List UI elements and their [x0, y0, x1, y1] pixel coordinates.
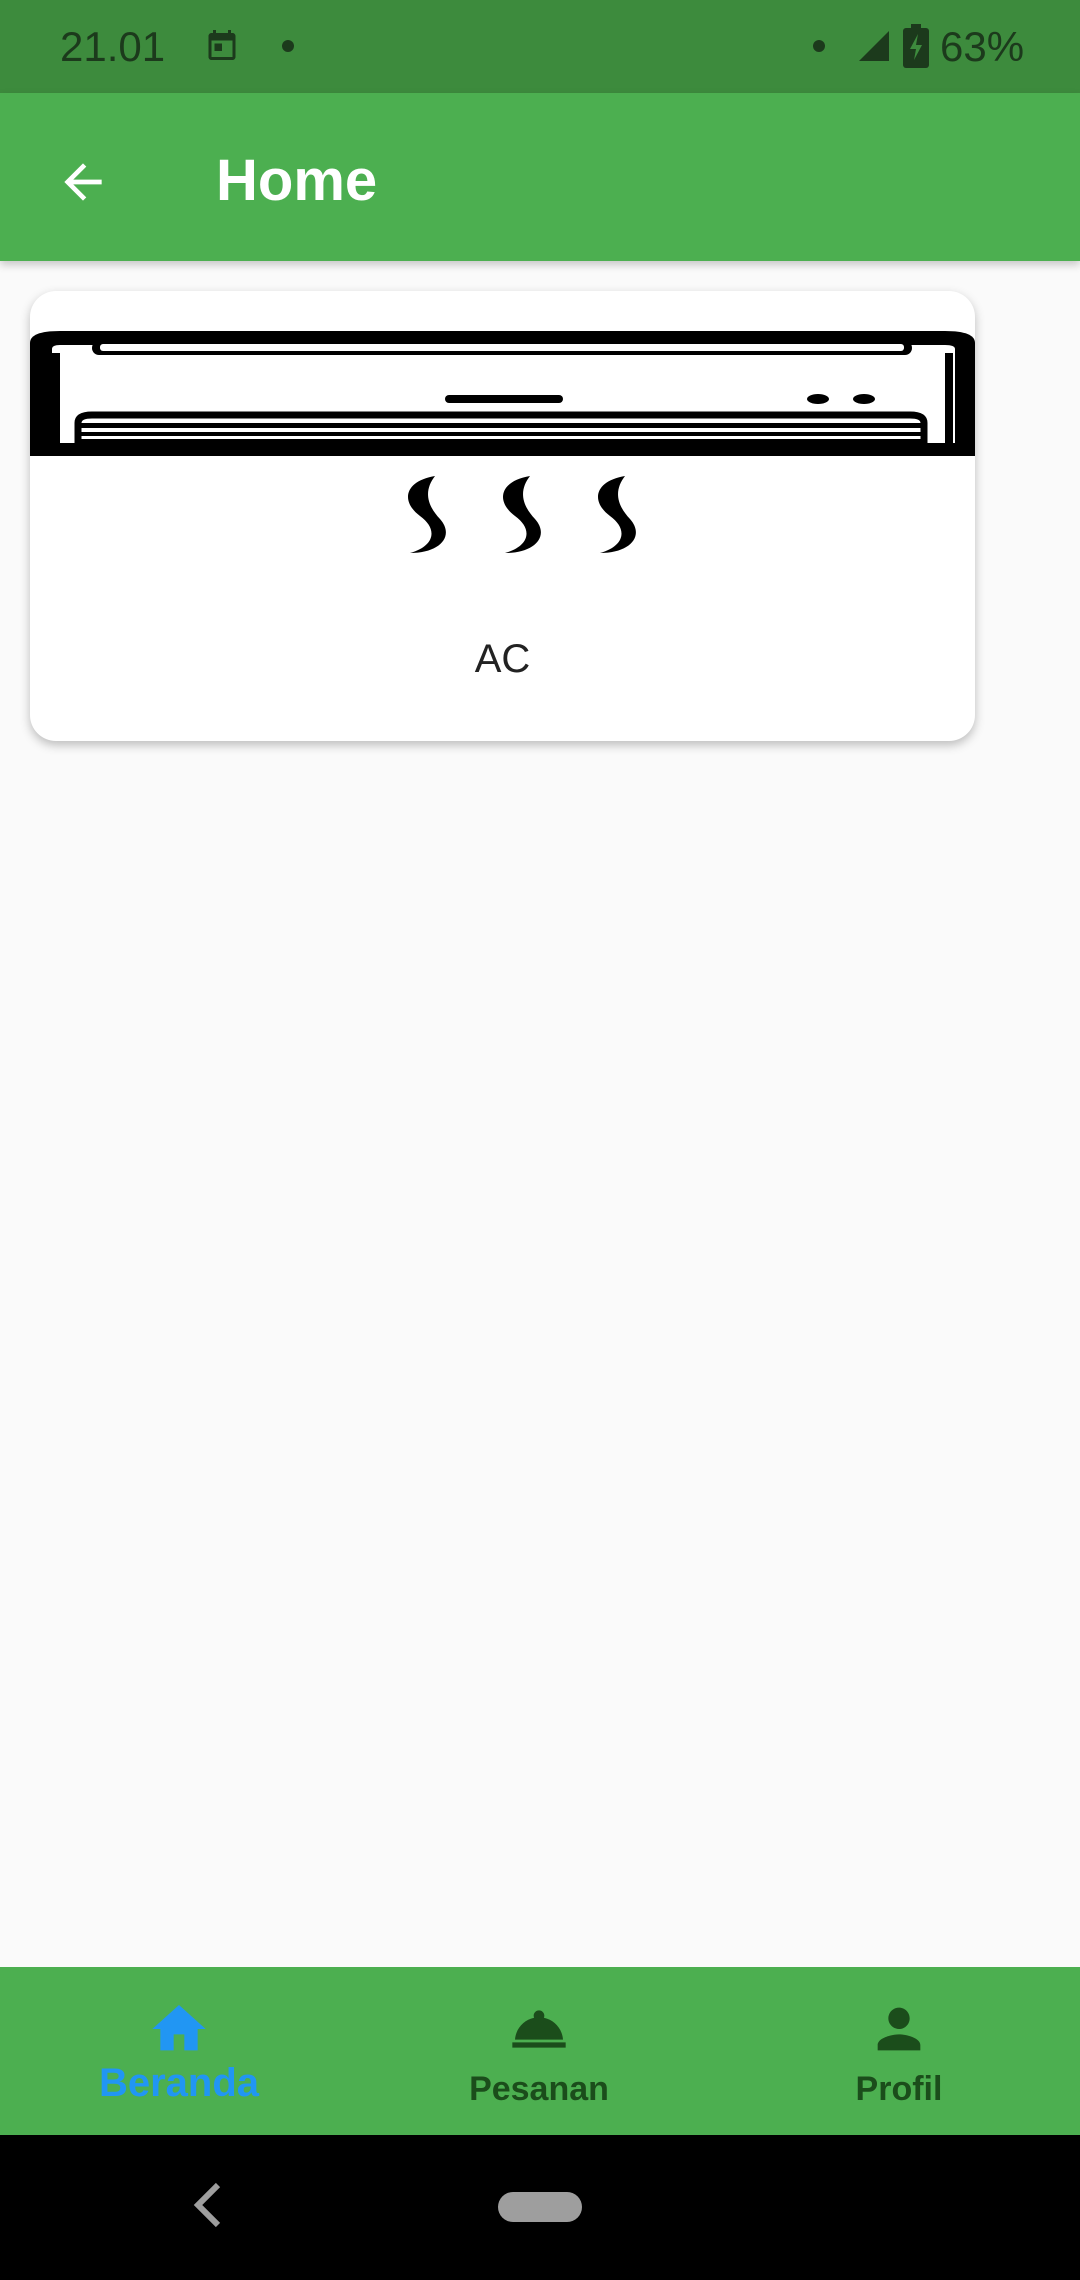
- nav-label: Profil: [855, 2070, 943, 2108]
- back-button[interactable]: [40, 139, 126, 225]
- calendar-icon: [208, 30, 236, 60]
- home-icon: [152, 2005, 206, 2051]
- notification-dot-icon: [282, 40, 294, 52]
- nav-label: Pesanan: [469, 2070, 609, 2108]
- nav-item-pesanan[interactable]: Pesanan: [389, 1967, 689, 2135]
- system-back-icon[interactable]: [188, 2175, 228, 2235]
- air-conditioner-icon: [30, 331, 975, 553]
- nav-item-beranda[interactable]: Beranda: [29, 1967, 329, 2135]
- notification-dot-icon: [813, 40, 825, 52]
- nav-label: Beranda: [98, 2061, 260, 2105]
- signal-icon: [859, 31, 889, 61]
- status-time: 21.01: [60, 23, 166, 70]
- bottom-navigation: Beranda Pesanan Profil: [0, 1967, 1080, 2135]
- nav-item-profil[interactable]: Profil: [749, 1967, 1049, 2135]
- app-bar: Home: [0, 93, 1080, 261]
- system-home-button[interactable]: [498, 2192, 582, 2222]
- service-card-ac[interactable]: AC: [30, 291, 975, 741]
- room-service-bell-icon: [512, 2010, 566, 2048]
- system-navigation-bar: [0, 2135, 1080, 2280]
- person-icon: [877, 2007, 921, 2051]
- battery-charging-icon: [903, 24, 929, 68]
- status-bar: 21.01 63%: [0, 0, 1080, 93]
- service-label: AC: [474, 637, 531, 681]
- arrow-back-icon: [64, 163, 102, 201]
- page-title: Home: [216, 148, 378, 213]
- battery-percentage: 63%: [940, 23, 1025, 70]
